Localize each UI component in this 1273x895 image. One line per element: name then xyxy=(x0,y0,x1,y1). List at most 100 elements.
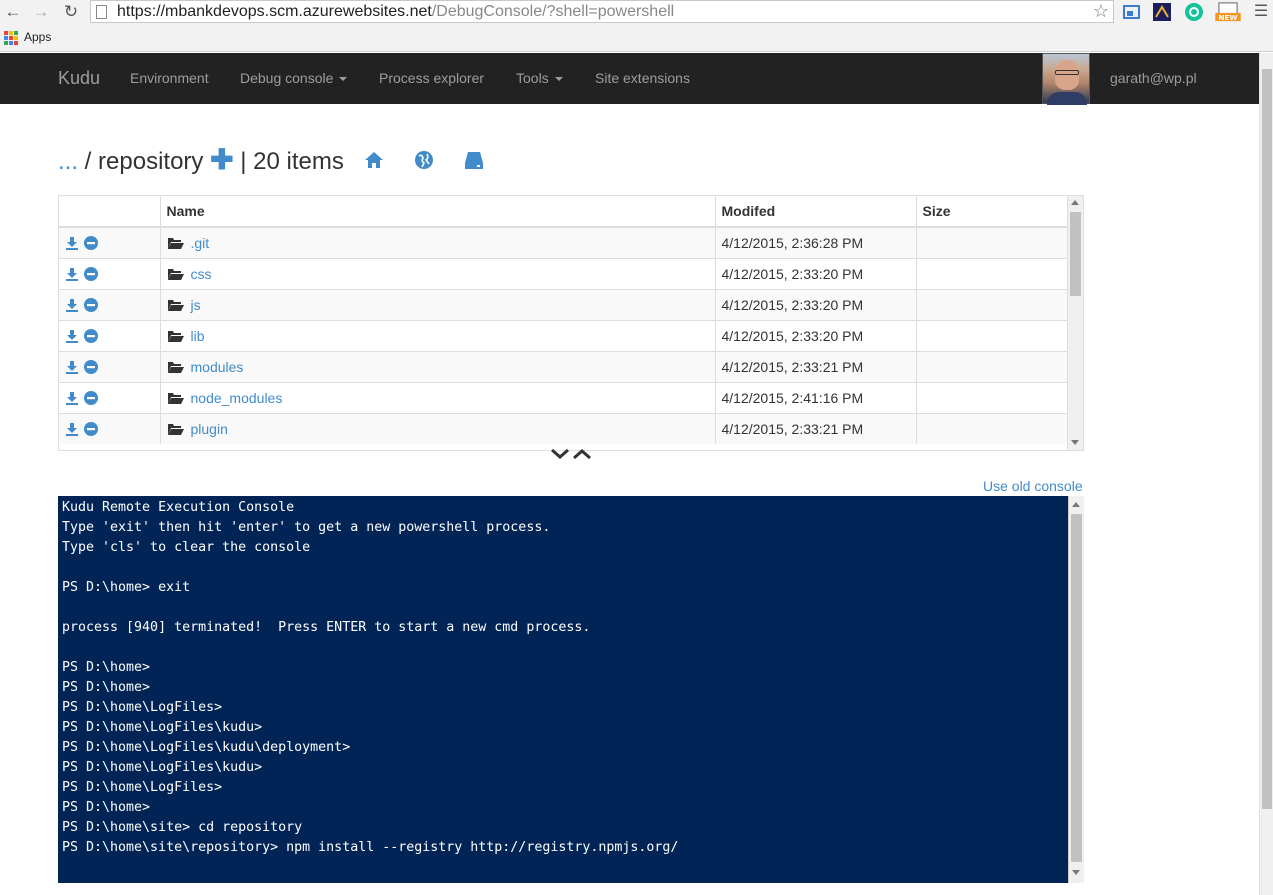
page-icon xyxy=(96,5,107,19)
delete-minus-icon[interactable] xyxy=(83,328,99,344)
row-modified: 4/12/2015, 2:33:21 PM xyxy=(715,412,917,444)
delete-minus-icon[interactable] xyxy=(83,390,99,406)
row-name: css xyxy=(160,257,716,289)
download-icon[interactable] xyxy=(65,236,79,251)
table-scrollbar-thumb[interactable] xyxy=(1070,212,1081,296)
console-output[interactable]: Kudu Remote Execution Console Type 'exit… xyxy=(62,498,678,858)
nav-site-extensions[interactable]: Site extensions xyxy=(595,70,690,86)
file-name-link[interactable]: js xyxy=(191,297,201,313)
row-actions xyxy=(59,226,161,258)
page-scrollbar[interactable] xyxy=(1259,53,1273,895)
row-modified: 4/12/2015, 2:33:20 PM xyxy=(715,257,917,289)
download-icon[interactable] xyxy=(65,422,79,437)
forward-arrow-icon[interactable]: → xyxy=(30,2,52,22)
scroll-down-arrow-icon[interactable] xyxy=(1071,440,1079,445)
apps-bookmark[interactable]: Apps xyxy=(24,30,51,44)
folder-open-icon xyxy=(167,331,184,343)
table-row[interactable]: js 4/12/2015, 2:33:20 PM xyxy=(59,288,1069,320)
caret-down-icon xyxy=(554,77,563,82)
file-name-link[interactable]: .git xyxy=(191,235,210,251)
apps-grid-icon[interactable] xyxy=(4,31,18,45)
reload-icon[interactable]: ↻ xyxy=(60,2,82,22)
row-size xyxy=(916,257,1069,289)
url-path: /DebugConsole/?shell=powershell xyxy=(431,3,675,20)
drive-icon[interactable] xyxy=(463,150,485,170)
row-modified: 4/12/2015, 2:33:20 PM xyxy=(715,319,917,351)
file-name-link[interactable]: lib xyxy=(191,328,205,344)
breadcrumb-separator: / xyxy=(78,148,99,175)
folder-open-icon xyxy=(167,362,184,374)
url-text[interactable]: https://mbankdevops.scm.azurewebsites.ne… xyxy=(117,3,674,21)
caret-down-icon xyxy=(339,77,348,82)
table-row[interactable]: modules 4/12/2015, 2:33:21 PM xyxy=(59,350,1069,382)
file-name-link[interactable]: modules xyxy=(191,359,244,375)
download-icon[interactable] xyxy=(65,267,79,282)
scroll-up-arrow-icon[interactable] xyxy=(1072,502,1080,507)
file-name-link[interactable]: node_modules xyxy=(191,390,283,406)
avatar[interactable] xyxy=(1042,53,1090,105)
download-icon[interactable] xyxy=(65,298,79,313)
delete-minus-icon[interactable] xyxy=(83,421,99,437)
table-scrollbar[interactable] xyxy=(1067,196,1083,450)
speed-extension-icon[interactable] xyxy=(1152,2,1172,22)
row-name: js xyxy=(160,288,716,320)
table-row[interactable]: css 4/12/2015, 2:33:20 PM xyxy=(59,257,1069,289)
nav-process-explorer[interactable]: Process explorer xyxy=(379,70,484,86)
breadcrumb-parent-link[interactable]: ... xyxy=(58,148,78,175)
menu-icon[interactable]: ☰ xyxy=(1250,2,1272,22)
row-size xyxy=(916,350,1069,382)
console-scrollbar-thumb[interactable] xyxy=(1071,514,1082,862)
header-size[interactable]: Size xyxy=(916,196,1069,228)
row-name: plugin xyxy=(160,412,716,444)
delete-minus-icon[interactable] xyxy=(83,235,99,251)
row-actions xyxy=(59,381,161,413)
row-size xyxy=(916,288,1069,320)
file-name-link[interactable]: css xyxy=(191,266,212,282)
folder-open-icon xyxy=(167,238,184,250)
row-actions xyxy=(59,257,161,289)
table-row[interactable]: node_modules 4/12/2015, 2:41:16 PM xyxy=(59,381,1069,413)
row-name: .git xyxy=(160,226,716,258)
delete-minus-icon[interactable] xyxy=(83,266,99,282)
row-actions xyxy=(59,288,161,320)
user-name[interactable]: garath@wp.pl xyxy=(1110,70,1197,86)
bookmark-star-icon[interactable]: ☆ xyxy=(1093,1,1109,22)
nav-debug-console-label: Debug console xyxy=(240,70,334,86)
download-icon[interactable] xyxy=(65,329,79,344)
header-modified[interactable]: Modifed xyxy=(715,196,917,228)
delete-minus-icon[interactable] xyxy=(83,297,99,313)
scroll-down-arrow-icon[interactable] xyxy=(1072,870,1080,875)
nav-environment[interactable]: Environment xyxy=(130,70,209,86)
file-name-link[interactable]: plugin xyxy=(191,421,228,437)
header-name[interactable]: Name xyxy=(160,196,716,228)
row-name: lib xyxy=(160,319,716,351)
row-size xyxy=(916,412,1069,444)
brand-link[interactable]: Kudu xyxy=(58,68,100,89)
globe-icon[interactable] xyxy=(413,150,435,170)
scroll-up-arrow-icon[interactable] xyxy=(1071,200,1079,205)
file-table: Name Modifed Size .git 4/12/2015, 2:36:28… xyxy=(58,195,1084,451)
download-icon[interactable] xyxy=(65,360,79,375)
row-modified: 4/12/2015, 2:33:20 PM xyxy=(715,288,917,320)
grammarly-extension-icon[interactable] xyxy=(1184,2,1204,22)
add-plus-icon[interactable]: ✚ xyxy=(210,144,233,175)
nav-debug-console[interactable]: Debug console xyxy=(240,70,348,86)
nav-tools[interactable]: Tools xyxy=(516,70,563,86)
home-icon[interactable] xyxy=(363,150,385,170)
resize-toggle[interactable] xyxy=(550,446,592,462)
address-bar[interactable]: https://mbankdevops.scm.azurewebsites.ne… xyxy=(90,0,1114,23)
new-extension-icon[interactable]: NEW xyxy=(1214,2,1242,22)
table-row[interactable]: .git 4/12/2015, 2:36:28 PM xyxy=(59,226,1069,258)
row-size xyxy=(916,319,1069,351)
cast-extension-icon[interactable] xyxy=(1122,2,1142,22)
page-scrollbar-thumb[interactable] xyxy=(1262,69,1272,809)
table-row[interactable]: plugin 4/12/2015, 2:33:21 PM xyxy=(59,412,1069,444)
download-icon[interactable] xyxy=(65,391,79,406)
kudu-navbar: Kudu Environment Debug console Process e… xyxy=(0,53,1259,105)
powershell-console[interactable]: Kudu Remote Execution Console Type 'exit… xyxy=(58,496,1084,883)
delete-minus-icon[interactable] xyxy=(83,359,99,375)
use-old-console-link[interactable]: Use old console xyxy=(983,478,1083,494)
back-arrow-icon[interactable]: ← xyxy=(2,2,24,22)
console-scrollbar[interactable] xyxy=(1068,496,1084,883)
table-row[interactable]: lib 4/12/2015, 2:33:20 PM xyxy=(59,319,1069,351)
